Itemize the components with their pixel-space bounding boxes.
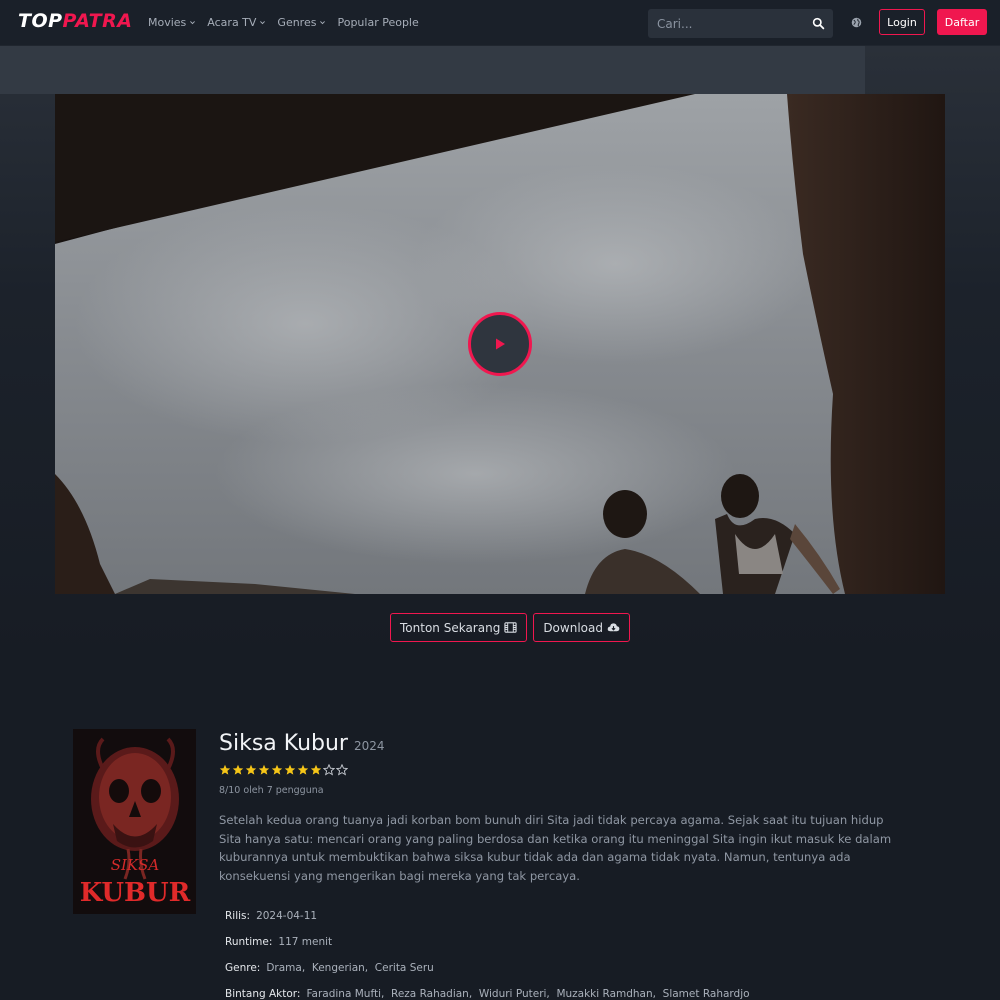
star-filled-icon [245, 764, 257, 775]
movie-year: 2024 [353, 739, 385, 753]
fact-runtime: Runtime: 117 menit [225, 929, 750, 955]
chevron-down-icon [320, 21, 326, 25]
search-box [648, 9, 833, 38]
fact-genre: Genre: Drama, Kengerian, Cerita Seru [225, 955, 750, 981]
fact-value: Faradina Mufti, Reza Rahadian, Widuri Pu… [306, 988, 750, 1000]
watch-now-button[interactable]: Tonton Sekarang [390, 613, 528, 642]
register-button[interactable]: Daftar [937, 9, 987, 35]
movie-title-row: Siksa Kubur 2024 [219, 731, 385, 756]
star-filled-icon [271, 764, 283, 775]
movie-poster[interactable]: SIKSA KUBUR [73, 729, 196, 914]
main-nav: Movies Acara TV Genres Popular People [148, 16, 419, 29]
nav-item-tv[interactable]: Acara TV [207, 16, 266, 29]
film-icon [504, 622, 517, 633]
nav-item-genres[interactable]: Genres [277, 16, 326, 29]
star-filled-icon [219, 764, 231, 775]
fact-value: 2024-04-11 [256, 910, 318, 922]
watch-now-label: Tonton Sekarang [400, 620, 501, 635]
nav-item-label: Acara TV [207, 16, 257, 29]
login-button[interactable]: Login [879, 9, 925, 35]
star-empty-icon [336, 764, 348, 776]
nav-item-label: Popular People [337, 16, 419, 29]
fact-release: Rilis: 2024-04-11 [225, 903, 750, 929]
star-filled-icon [258, 764, 270, 775]
chevron-down-icon [260, 21, 266, 25]
search-icon[interactable] [812, 17, 825, 30]
star-filled-icon [232, 764, 244, 775]
nav-item-label: Genres [277, 16, 317, 29]
fact-label: Rilis: [225, 910, 251, 922]
fact-label: Bintang Aktor: [225, 988, 301, 1000]
rating-stars [219, 764, 348, 776]
star-filled-icon [297, 764, 309, 775]
play-icon [496, 338, 505, 350]
rating-text: 8/10 oleh 7 pengguna [219, 785, 324, 796]
nav-item-movies[interactable]: Movies [148, 16, 196, 29]
movie-overview: Setelah kedua orang tuanya jadi korban b… [219, 813, 892, 883]
movie-title: Siksa Kubur [219, 731, 348, 756]
play-button[interactable] [468, 312, 532, 376]
movie-facts: Rilis: 2024-04-11 Runtime: 117 menit Gen… [225, 903, 750, 1000]
fact-cast: Bintang Aktor: Faradina Mufti, Reza Raha… [225, 981, 750, 1000]
cloud-download-icon [607, 623, 620, 632]
nav-item-label: Movies [148, 16, 187, 29]
nav-item-popular-people[interactable]: Popular People [337, 16, 418, 29]
star-filled-icon [284, 764, 296, 775]
fact-label: Runtime: [225, 936, 273, 948]
chevron-down-icon [190, 21, 196, 25]
star-empty-icon [323, 764, 335, 776]
video-player[interactable] [55, 94, 945, 594]
fact-value: Drama, Kengerian, Cerita Seru [266, 962, 434, 974]
fact-label: Genre: [225, 962, 261, 974]
logo-part-2: PATRA [62, 10, 133, 32]
fact-value: 117 menit [278, 936, 333, 948]
player-actions: Tonton Sekarang Download [390, 613, 630, 642]
site-logo[interactable]: TOPPATRA [18, 10, 132, 32]
poster-image: SIKSA KUBUR [73, 729, 196, 914]
poster-title-line-2: KUBUR [80, 878, 191, 908]
poster-title-line-1: SIKSA [111, 856, 160, 874]
logo-part-1: TOP [18, 10, 63, 32]
backdrop-slab [0, 46, 865, 94]
download-button[interactable]: Download [533, 613, 630, 642]
star-filled-icon [310, 764, 322, 775]
globe-icon[interactable] [851, 17, 862, 28]
top-navbar: TOPPATRA Movies Acara TV Genres Popular … [0, 0, 1000, 46]
search-input[interactable] [648, 9, 803, 38]
download-label: Download [543, 620, 603, 635]
